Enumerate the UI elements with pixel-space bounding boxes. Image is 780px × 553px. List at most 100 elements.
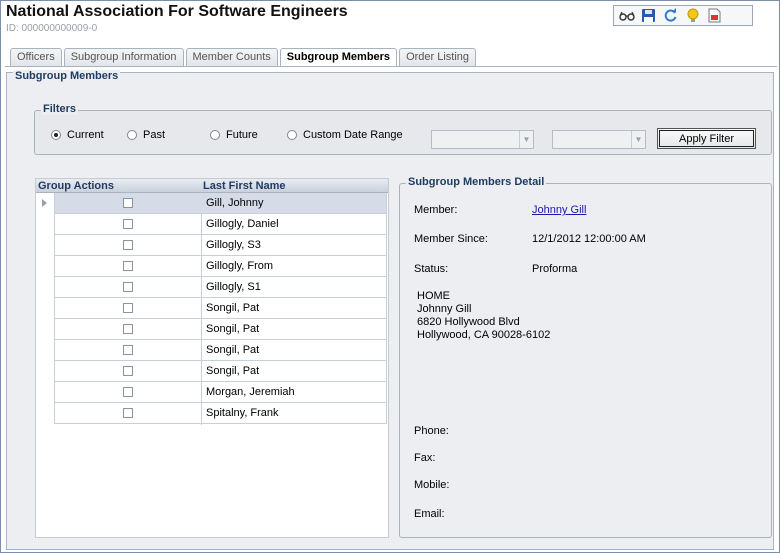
row-cells: Songil, Pat	[54, 298, 387, 319]
table-row[interactable]: Gillogly, S3	[36, 235, 388, 256]
row-selector[interactable]	[36, 235, 54, 256]
member-name-cell[interactable]: Gillogly, S3	[206, 239, 386, 252]
row-cells: Gillogly, S3	[54, 235, 387, 256]
table-row[interactable]: Gillogly, From	[36, 256, 388, 277]
row-checkbox[interactable]	[123, 408, 133, 418]
radio-past[interactable]: Past	[127, 129, 165, 141]
member-name-cell[interactable]: Songil, Pat	[206, 323, 386, 336]
table-row[interactable]: Morgan, Jeremiah	[36, 382, 388, 403]
date-from-select[interactable]: ▼	[431, 130, 534, 149]
glasses-icon[interactable]	[618, 7, 635, 24]
date-to-select[interactable]: ▼	[552, 130, 646, 149]
name-column-header[interactable]: Last First Name	[203, 180, 286, 192]
member-name-cell[interactable]: Songil, Pat	[206, 365, 386, 378]
row-selector[interactable]	[36, 382, 54, 403]
row-checkbox[interactable]	[123, 303, 133, 313]
row-cells: Gill, Johnny	[54, 193, 387, 214]
row-checkbox[interactable]	[123, 324, 133, 334]
row-checkbox[interactable]	[123, 240, 133, 250]
row-checkbox[interactable]	[123, 198, 133, 208]
table-row[interactable]: Songil, Pat	[36, 361, 388, 382]
report-icon[interactable]	[706, 7, 723, 24]
radio-future-label: Future	[226, 129, 258, 141]
table-row[interactable]: Gillogly, Daniel	[36, 214, 388, 235]
member-detail-panel: Subgroup Members Detail Member: Johnny G…	[399, 176, 772, 538]
window-frame: National Association For Software Engine…	[0, 0, 780, 553]
row-checkbox[interactable]	[123, 261, 133, 271]
member-name-cell[interactable]: Gillogly, S1	[206, 281, 386, 294]
radio-past-dot[interactable]	[127, 130, 137, 140]
tab-divider	[5, 66, 777, 67]
row-checkbox[interactable]	[123, 387, 133, 397]
radio-current-dot[interactable]	[51, 130, 61, 140]
refresh-icon[interactable]	[662, 7, 679, 24]
row-selector[interactable]	[36, 403, 54, 424]
member-name-cell[interactable]: Songil, Pat	[206, 344, 386, 357]
filters-title: Filters	[41, 103, 79, 115]
table-row[interactable]: Gill, Johnny	[36, 193, 388, 214]
tab-member-counts[interactable]: Member Counts	[185, 48, 278, 66]
row-selector[interactable]	[36, 319, 54, 340]
status-value: Proforma	[532, 263, 578, 275]
row-selector[interactable]	[36, 277, 54, 298]
row-selector[interactable]	[36, 193, 54, 214]
table-row[interactable]: Songil, Pat	[36, 298, 388, 319]
group-actions-header[interactable]: Group Actions	[38, 180, 114, 192]
row-checkbox[interactable]	[123, 219, 133, 229]
row-checkbox[interactable]	[123, 345, 133, 355]
row-cells: Songil, Pat	[54, 319, 387, 340]
members-grid: Group Actions Last First Name Gill, John…	[35, 178, 389, 538]
member-name-cell[interactable]: Spitalny, Frank	[206, 407, 386, 420]
tab-officers[interactable]: Officers	[10, 48, 62, 66]
row-selector[interactable]	[36, 298, 54, 319]
tab-order-listing[interactable]: Order Listing	[399, 48, 477, 66]
row-cells: Morgan, Jeremiah	[54, 382, 387, 403]
radio-custom-dot[interactable]	[287, 130, 297, 140]
radio-future-dot[interactable]	[210, 130, 220, 140]
filters-group: Filters Current Past Future Custom Date …	[34, 103, 772, 155]
member-label: Member:	[414, 204, 458, 216]
radio-future[interactable]: Future	[210, 129, 258, 141]
row-cells: Songil, Pat	[54, 340, 387, 361]
member-since-value: 12/1/2012 12:00:00 AM	[532, 233, 646, 245]
subgroup-members-panel: Subgroup Members Filters Current Past Fu…	[6, 70, 774, 550]
row-selector[interactable]	[36, 256, 54, 277]
member-since-label: Member Since:	[414, 233, 488, 245]
lightbulb-icon[interactable]	[684, 7, 701, 24]
radio-custom-label: Custom Date Range	[303, 129, 403, 141]
member-name-cell[interactable]: Gillogly, From	[206, 260, 386, 273]
row-selector[interactable]	[36, 214, 54, 235]
member-name-cell[interactable]: Morgan, Jeremiah	[206, 386, 386, 399]
radio-current-label: Current	[67, 129, 104, 141]
radio-current[interactable]: Current	[51, 129, 104, 141]
status-label: Status:	[414, 263, 449, 275]
row-selector[interactable]	[36, 340, 54, 361]
row-cells: Songil, Pat	[54, 361, 387, 382]
apply-filter-button[interactable]: Apply Filter	[657, 128, 756, 149]
table-row[interactable]: Gillogly, S1	[36, 277, 388, 298]
table-row[interactable]: Songil, Pat	[36, 340, 388, 361]
row-checkbox[interactable]	[123, 366, 133, 376]
table-row[interactable]: Songil, Pat	[36, 319, 388, 340]
member-name-cell[interactable]: Songil, Pat	[206, 302, 386, 315]
address-city: Hollywood, CA 90028-6102	[417, 329, 551, 341]
radio-custom-date-range[interactable]: Custom Date Range	[287, 129, 403, 141]
chevron-down-icon[interactable]: ▼	[631, 131, 645, 148]
row-selector[interactable]	[36, 361, 54, 382]
grid-header: Group Actions Last First Name	[36, 179, 388, 193]
chevron-down-icon[interactable]: ▼	[519, 131, 533, 148]
member-link[interactable]: Johnny Gill	[532, 204, 586, 216]
row-cells: Gillogly, Daniel	[54, 214, 387, 235]
tab-subgroup-information[interactable]: Subgroup Information	[63, 48, 184, 66]
table-row[interactable]: Spitalny, Frank	[36, 403, 388, 424]
address-name: Johnny Gill	[417, 303, 472, 315]
row-checkbox[interactable]	[123, 282, 133, 292]
tab-subgroup-members[interactable]: Subgroup Members	[279, 48, 398, 67]
address-block: HOME Johnny Gill 6820 Hollywood Blvd Hol…	[417, 290, 550, 342]
page-title: National Association For Software Engine…	[6, 3, 348, 20]
save-icon[interactable]	[640, 7, 657, 24]
radio-past-label: Past	[143, 129, 166, 141]
member-name-cell[interactable]: Gillogly, Daniel	[206, 218, 386, 231]
member-name-cell[interactable]: Gill, Johnny	[206, 197, 386, 210]
address-type: HOME	[417, 290, 450, 302]
